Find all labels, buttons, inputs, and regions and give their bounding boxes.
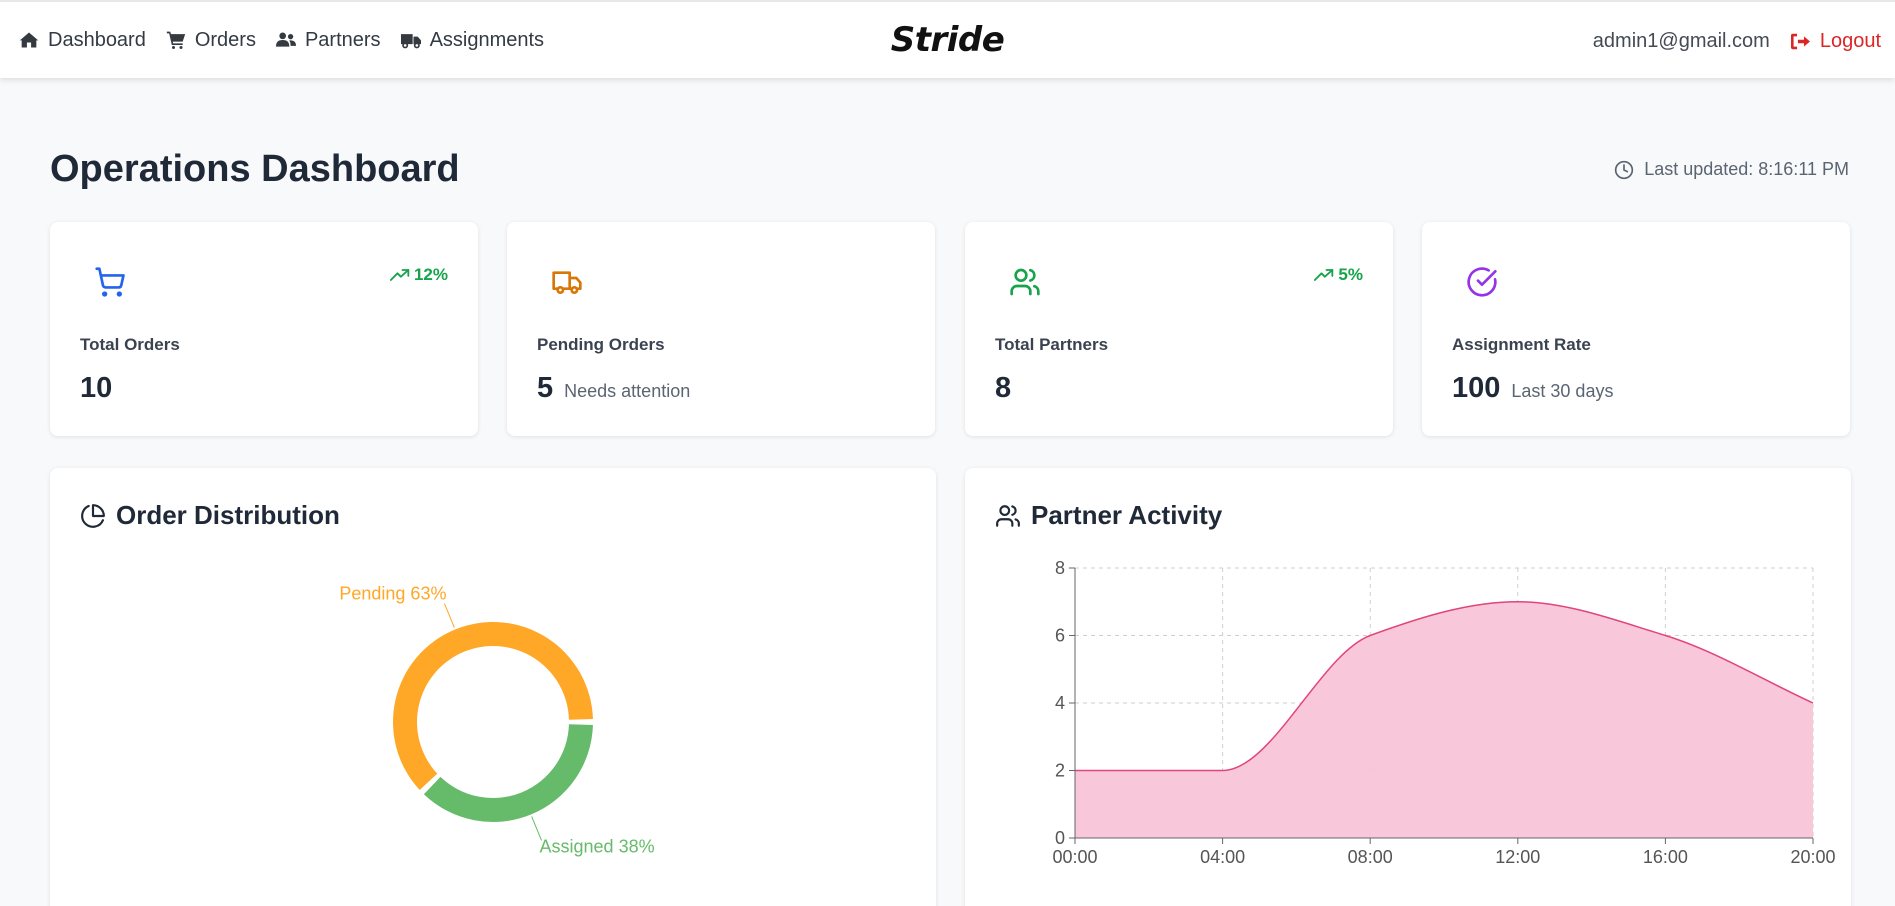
stat-value: 5 (537, 372, 554, 404)
home-icon (19, 32, 39, 48)
x-tick-label: 08:00 (1348, 847, 1393, 867)
brand-logo[interactable]: Stride (891, 20, 1005, 60)
trending-up-icon (1314, 269, 1334, 281)
last-updated: Last updated: 8:16:11 PM (1614, 159, 1849, 180)
partner-activity-chart: 0 2 4 6 8 00:00 04:00 08:00 12:00 16:00 20:00 (1052, 558, 1835, 867)
pie-slice-label: Pending 63% (339, 584, 446, 604)
stat-value: 10 (80, 372, 113, 404)
truck-icon (400, 34, 421, 49)
stat-value: 100 (1452, 372, 1501, 404)
nav-user-area: admin1@gmail.com Logout (1593, 2, 1881, 80)
user-email: admin1@gmail.com (1592, 29, 1770, 52)
stat-label: Assignment Rate (1452, 335, 1591, 354)
logout-label: Logout (1819, 29, 1881, 52)
nav-item-label: Partners (304, 28, 381, 51)
sign-out-icon (1790, 33, 1810, 49)
truck-outline-icon (552, 271, 582, 294)
page-title: Operations Dashboard (50, 148, 460, 190)
cart-icon (166, 31, 186, 49)
pie-label-line (444, 603, 455, 628)
nav-item-partners[interactable]: Partners (275, 28, 381, 52)
nav-item-assignments[interactable]: Assignments (400, 28, 545, 52)
trend-value: 5% (1338, 265, 1363, 284)
x-tick-label: 04:00 (1200, 847, 1245, 867)
last-updated-text: Last updated: 8:16:11 PM (1644, 159, 1849, 179)
y-tick-label: 0 (1055, 828, 1065, 848)
stat-value: 8 (995, 372, 1012, 404)
x-tick-label: 00:00 (1052, 847, 1097, 867)
top-navbar: Dashboard Orders Partners Assignments St… (0, 0, 1895, 78)
logout-button[interactable]: Logout (1790, 30, 1881, 53)
stat-card-total-partners: 5% Total Partners 8 (965, 222, 1393, 436)
stat-value-row: 8 (995, 372, 1011, 405)
nav-item-label: Orders (194, 28, 256, 51)
x-tick-label: 20:00 (1790, 847, 1835, 867)
nav-item-dashboard[interactable]: Dashboard (19, 29, 146, 52)
pie-slice-assigned (423, 724, 593, 822)
users-outline-icon (1010, 268, 1040, 296)
y-tick-label: 6 (1055, 626, 1065, 646)
partner-activity-panel: Partner Activity 0 2 4 6 8 00:00 04:00 08:00 12:… (965, 468, 1851, 906)
trend-badge: 5% (1314, 265, 1363, 285)
area-fill (1075, 601, 1813, 838)
stat-label: Total Orders (80, 335, 180, 354)
stat-card-assignment-rate: Assignment Rate 100 Last 30 days (1422, 222, 1850, 436)
trending-up-icon (389, 269, 410, 281)
y-tick-label: 2 (1055, 761, 1065, 781)
stat-value-row: 100 Last 30 days (1452, 372, 1613, 405)
stat-card-total-orders: 12% Total Orders 10 (50, 222, 478, 436)
trend-value: 12% (413, 265, 448, 284)
x-tick-label: 12:00 (1495, 847, 1540, 867)
y-tick-label: 8 (1055, 558, 1065, 578)
stat-value-row: 10 (80, 372, 112, 405)
stat-subtext: Needs attention (564, 381, 691, 401)
pie-slice-label: Assigned 38% (540, 836, 655, 856)
order-distribution-chart: Pending 63% Assigned 38% (339, 584, 655, 857)
y-tick-label: 4 (1055, 693, 1065, 713)
stat-label: Total Partners (995, 335, 1109, 354)
order-distribution-panel: Order Distribution Pending 63% Assigned 3… (50, 468, 936, 906)
nav-item-label: Dashboard (48, 28, 146, 51)
trend-badge: 12% (389, 265, 448, 285)
x-tick-label: 16:00 (1643, 847, 1688, 867)
stat-value-row: 5 Needs attention (537, 372, 690, 405)
stat-card-pending-orders: Pending Orders 5 Needs attention (507, 222, 935, 436)
clock-icon (1615, 160, 1634, 179)
nav-item-label: Assignments (429, 28, 545, 51)
check-circle-icon (1467, 267, 1497, 297)
users-icon (275, 32, 296, 47)
stat-label: Pending Orders (537, 335, 665, 354)
stat-subtext: Last 30 days (1511, 381, 1614, 401)
nav-links: Dashboard Orders Partners Assignments (0, 29, 564, 52)
nav-item-orders[interactable]: Orders (166, 29, 256, 52)
cart-outline-icon (95, 267, 125, 297)
